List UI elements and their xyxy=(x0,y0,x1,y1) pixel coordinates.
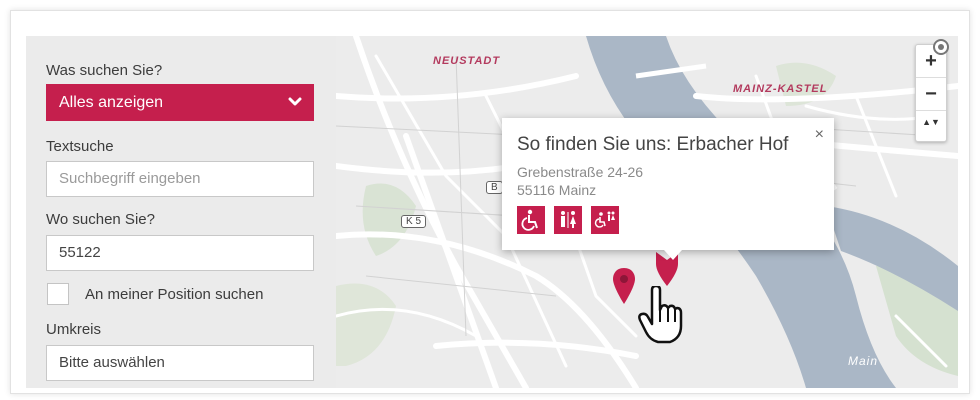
map-label-main: Main xyxy=(848,354,879,368)
popup-tail xyxy=(664,250,682,260)
category-select[interactable]: Alles anzeigen xyxy=(46,84,314,121)
location-marker[interactable] xyxy=(613,268,635,304)
chevron-down-icon xyxy=(288,97,302,106)
map-label-neustadt: NEUSTADT xyxy=(433,55,501,67)
compass-button[interactable]: ▲▼ xyxy=(916,111,946,143)
locate-me-icon[interactable] xyxy=(932,38,950,56)
text-search-label: Textsuche xyxy=(46,138,114,155)
location-input-value: 55122 xyxy=(59,244,101,261)
toilets-icon xyxy=(554,206,582,234)
popup-title: So finden Sie uns: Erbacher Hof xyxy=(517,134,789,155)
popup-close-button[interactable]: × xyxy=(815,126,824,144)
accessible-toilet-icon xyxy=(591,206,619,234)
road-sign-b: B xyxy=(486,181,503,194)
radius-select-value: Bitte auswählen xyxy=(59,354,165,371)
use-position-checkbox[interactable] xyxy=(47,283,69,305)
popup-street: Grebenstraße 24-26 xyxy=(517,164,644,180)
where-label: Wo suchen Sie? xyxy=(46,211,155,228)
radius-select[interactable]: Bitte auswählen xyxy=(46,345,314,381)
popup-city: 55116 Mainz xyxy=(517,182,597,198)
road-sign-k5: K 5 xyxy=(401,215,427,228)
what-label: Was suchen Sie? xyxy=(46,62,163,79)
location-input[interactable]: 55122 xyxy=(46,235,314,271)
hand-cursor-icon xyxy=(638,286,683,344)
zoom-out-button[interactable]: − xyxy=(916,78,946,111)
location-popup: So finden Sie uns: Erbacher Hof × Greben… xyxy=(502,118,834,260)
use-position-label: An meiner Position suchen xyxy=(85,286,264,303)
wheelchair-icon xyxy=(517,206,545,234)
category-select-value: Alles anzeigen xyxy=(59,94,164,111)
radius-label: Umkreis xyxy=(46,321,101,338)
text-search-input[interactable]: Suchbegriff eingeben xyxy=(46,161,314,197)
zoom-control: + − ▲▼ xyxy=(915,44,947,142)
text-search-placeholder: Suchbegriff eingeben xyxy=(59,170,201,187)
map-label-mainz-kastel: MAINZ-KASTEL xyxy=(733,83,828,95)
